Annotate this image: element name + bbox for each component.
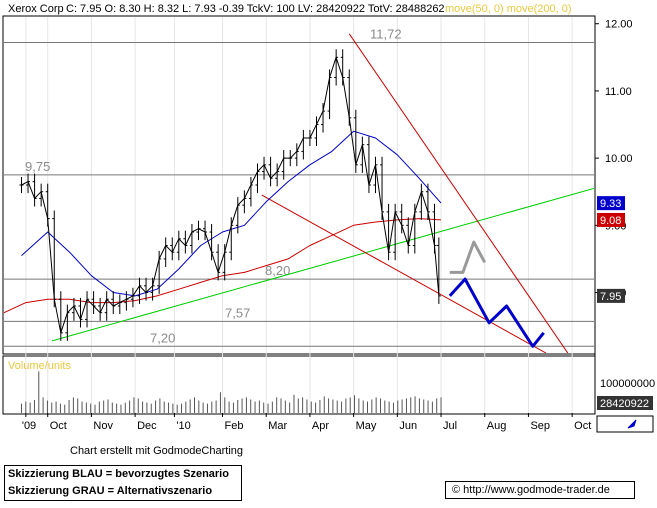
copyright-icon: © [452, 484, 461, 496]
level-label-4: 7,20 [150, 330, 175, 345]
badge-label-1: 9.08 [600, 215, 621, 227]
website-link[interactable]: © http://www.godmode-trader.de [445, 481, 635, 499]
x-tick-label-10: Jul [443, 420, 457, 432]
volume-title: Volume/units [8, 360, 71, 372]
x-tick-label-1: Oct [50, 420, 67, 432]
legend-blue: Skizzierung BLAU = bevorzugtes Szenario [8, 468, 229, 480]
legend-grey: Skizzierung GRAU = Alternativszenario [8, 485, 213, 497]
x-tick-label-11: Aug [487, 420, 507, 432]
ma-legend: move(50, 0) move(200, 0) [445, 3, 572, 15]
y-axis: 8.009.0010.0011.0012.00 [595, 19, 633, 300]
level-label-3: 7,57 [225, 305, 250, 320]
y-tick-label-3: 11.00 [605, 86, 632, 98]
level-label-2: 8,20 [265, 263, 290, 278]
corner-scroll-box[interactable] [596, 415, 654, 433]
x-tick-label-6: Mar [268, 420, 287, 432]
website-url[interactable]: http://www.godmode-trader.de [463, 484, 610, 496]
level-label-1: 9,75 [25, 159, 50, 174]
x-tick-label-13: Oct [574, 420, 591, 432]
badge-label-0: 9.33 [600, 198, 621, 210]
x-tick-label-4: '10 [176, 420, 190, 432]
badge-label-2: 7.95 [600, 291, 621, 303]
quote-line: C: 7.95 O: 8.30 H: 8.32 L: 7.93 -0.39 Tc… [66, 3, 445, 15]
chart-title: Xerox Corp [8, 3, 64, 15]
x-tick-label-8: May [356, 420, 377, 432]
x-axis: '09 Oct Nov Dec '10 Feb Mar Apr May Jun Jul Aug Sep O… [22, 413, 591, 432]
x-tick-label-5: Feb [225, 420, 244, 432]
level-label-0: 11,72 [370, 27, 402, 42]
x-tick-label-9: Jun [399, 420, 417, 432]
chart-credit: Chart erstellt mit GodmodeCharting [70, 445, 244, 457]
x-tick-label-2: Nov [93, 420, 113, 432]
y-tick-label-4: 12.00 [605, 19, 633, 31]
volume-tick-label: 100000000 [600, 378, 655, 390]
volume-current-label: 28420922 [600, 398, 649, 410]
y-tick-label-2: 10.00 [605, 153, 633, 165]
x-tick-label-3: Dec [137, 420, 157, 432]
x-tick-label-0: '09 [22, 420, 36, 432]
x-tick-label-7: Apr [312, 420, 329, 432]
stock-chart: Xerox Corp C: 7.95 O: 8.30 H: 8.32 L: 7.… [2, 3, 655, 433]
scenario-legend-box: Skizzierung BLAU = bevorzugtes Szenario … [4, 465, 242, 501]
x-tick-label-12: Sep [530, 420, 550, 432]
